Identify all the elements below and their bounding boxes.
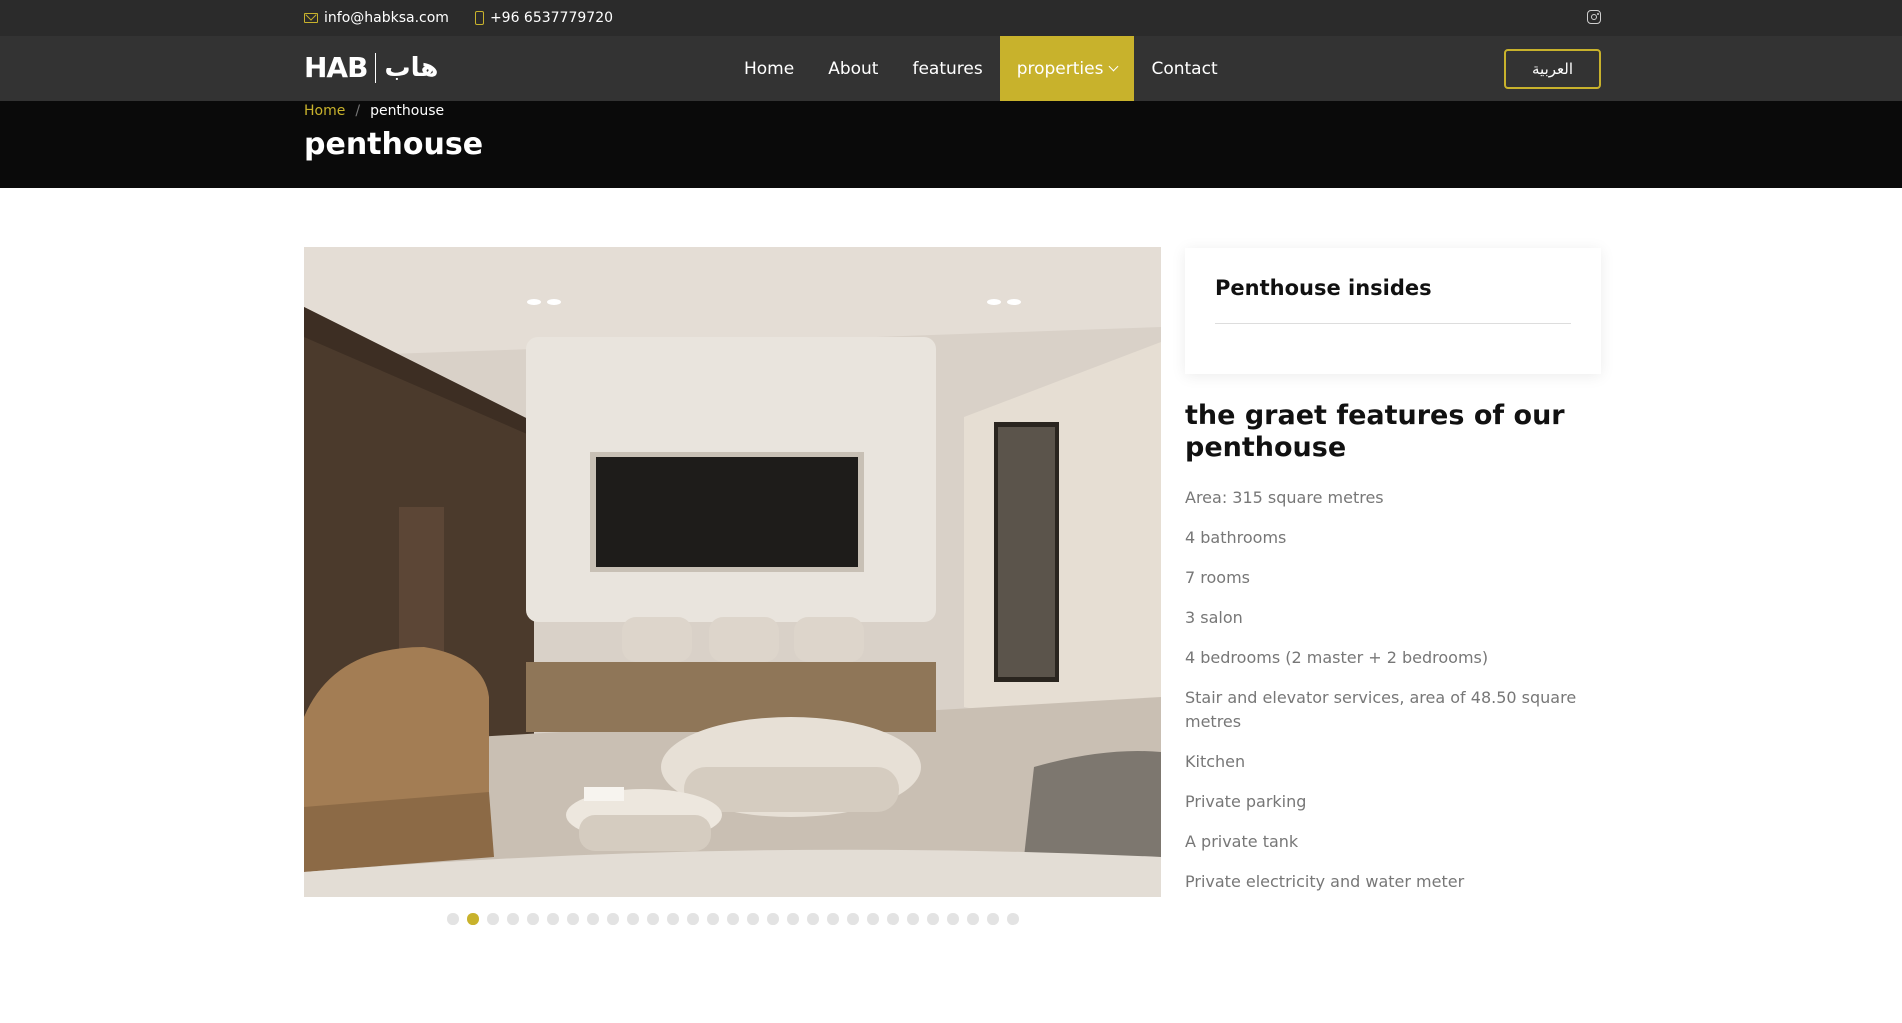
insides-card: Penthouse insides	[1185, 248, 1601, 374]
chevron-down-icon	[1109, 61, 1119, 72]
slider-dot[interactable]	[507, 913, 519, 925]
breadcrumb-home-link[interactable]: Home	[304, 103, 345, 119]
slider-dot[interactable]	[847, 913, 859, 925]
breadcrumb: Home / penthouse	[304, 103, 444, 119]
slider-dot[interactable]	[887, 913, 899, 925]
slider-dot[interactable]	[747, 913, 759, 925]
breadcrumb-current: penthouse	[370, 103, 445, 119]
nav-label: Home	[744, 58, 795, 79]
nav-label: properties	[1016, 58, 1104, 79]
slider-dot[interactable]	[947, 913, 959, 925]
feature-item: 7 rooms	[1185, 568, 1250, 587]
slider-dot[interactable]	[627, 913, 639, 925]
page-title: penthouse	[304, 127, 484, 162]
language-switch-button[interactable]: العربية	[1504, 49, 1601, 89]
feature-item: Kitchen	[1185, 752, 1246, 771]
slider-dot[interactable]	[827, 913, 839, 925]
nav-item-features[interactable]: features	[895, 36, 999, 101]
nav-item-properties[interactable]: properties	[999, 36, 1135, 101]
card-title: Penthouse insides	[1215, 276, 1432, 300]
slider-dot[interactable]	[967, 913, 979, 925]
nav-label: features	[912, 58, 983, 79]
slider-dot[interactable]	[607, 913, 619, 925]
email-text: info@habksa.com	[324, 10, 449, 26]
feature-item: 4 bathrooms	[1185, 528, 1287, 547]
card-divider	[1215, 323, 1571, 324]
slider-pagination	[447, 913, 1019, 925]
instagram-icon[interactable]	[1587, 10, 1601, 24]
logo-latin: HAB	[304, 51, 368, 84]
features-heading: the graet features of our penthouse	[1185, 400, 1565, 463]
nav-label: About	[828, 58, 879, 79]
slider-dot[interactable]	[567, 913, 579, 925]
slider-dot[interactable]	[907, 913, 919, 925]
feature-item: Area: 315 square metres	[1185, 488, 1384, 507]
slider-dot[interactable]	[667, 913, 679, 925]
slider-dot[interactable]	[447, 913, 459, 925]
email-link[interactable]: info@habksa.com	[304, 10, 449, 26]
nav-label: Contact	[1151, 58, 1218, 79]
slider-dot[interactable]	[867, 913, 879, 925]
slider-dot[interactable]	[927, 913, 939, 925]
nav-item-contact[interactable]: Contact	[1134, 36, 1234, 101]
main-nav: Home About features properties Contact	[727, 36, 1235, 101]
slider-dot[interactable]	[527, 913, 539, 925]
logo-divider	[375, 53, 377, 83]
feature-item: 3 salon	[1185, 608, 1243, 627]
slider-dot[interactable]	[487, 913, 499, 925]
breadcrumb-separator: /	[355, 103, 361, 119]
feature-item: A private tank	[1185, 832, 1299, 851]
slider-dot[interactable]	[767, 913, 779, 925]
slider-dot[interactable]	[687, 913, 699, 925]
slider-dot[interactable]	[647, 913, 659, 925]
features-list: Area: 315 square metres 4 bathrooms 7 room…	[1185, 486, 1585, 910]
contact-info: info@habksa.com +96 6537779720	[304, 0, 613, 36]
phone-icon	[474, 11, 484, 25]
phone-link[interactable]: +96 6537779720	[474, 10, 614, 26]
nav-item-about[interactable]: About	[811, 36, 895, 101]
logo-arabic: هاب	[384, 53, 439, 83]
slider-dot[interactable]	[1007, 913, 1019, 925]
slider-dot[interactable]	[727, 913, 739, 925]
property-image-slider[interactable]	[304, 247, 1161, 897]
slider-dot[interactable]	[787, 913, 799, 925]
feature-item: Private electricity and water meter	[1185, 872, 1465, 891]
slider-dot[interactable]	[547, 913, 559, 925]
slider-dot[interactable]	[987, 913, 999, 925]
slider-dot[interactable]	[467, 913, 479, 925]
feature-item: Stair and elevator services, area of 48.…	[1185, 688, 1577, 731]
main-navbar: HAB هاب Home About features properties C…	[0, 36, 1902, 101]
top-info-bar: info@habksa.com +96 6537779720	[0, 0, 1902, 36]
feature-item: Private parking	[1185, 792, 1307, 811]
phone-text: +96 6537779720	[489, 10, 614, 26]
slider-dot[interactable]	[587, 913, 599, 925]
site-logo[interactable]: HAB هاب	[304, 50, 438, 86]
penthouse-living-room-image	[304, 247, 1161, 897]
feature-item: 4 bedrooms (2 master + 2 bedrooms)	[1185, 648, 1489, 667]
page-header: Home / penthouse penthouse	[0, 101, 1902, 188]
nav-item-home[interactable]: Home	[727, 36, 811, 101]
slider-dot[interactable]	[707, 913, 719, 925]
mail-icon	[304, 13, 318, 23]
slider-dot[interactable]	[807, 913, 819, 925]
